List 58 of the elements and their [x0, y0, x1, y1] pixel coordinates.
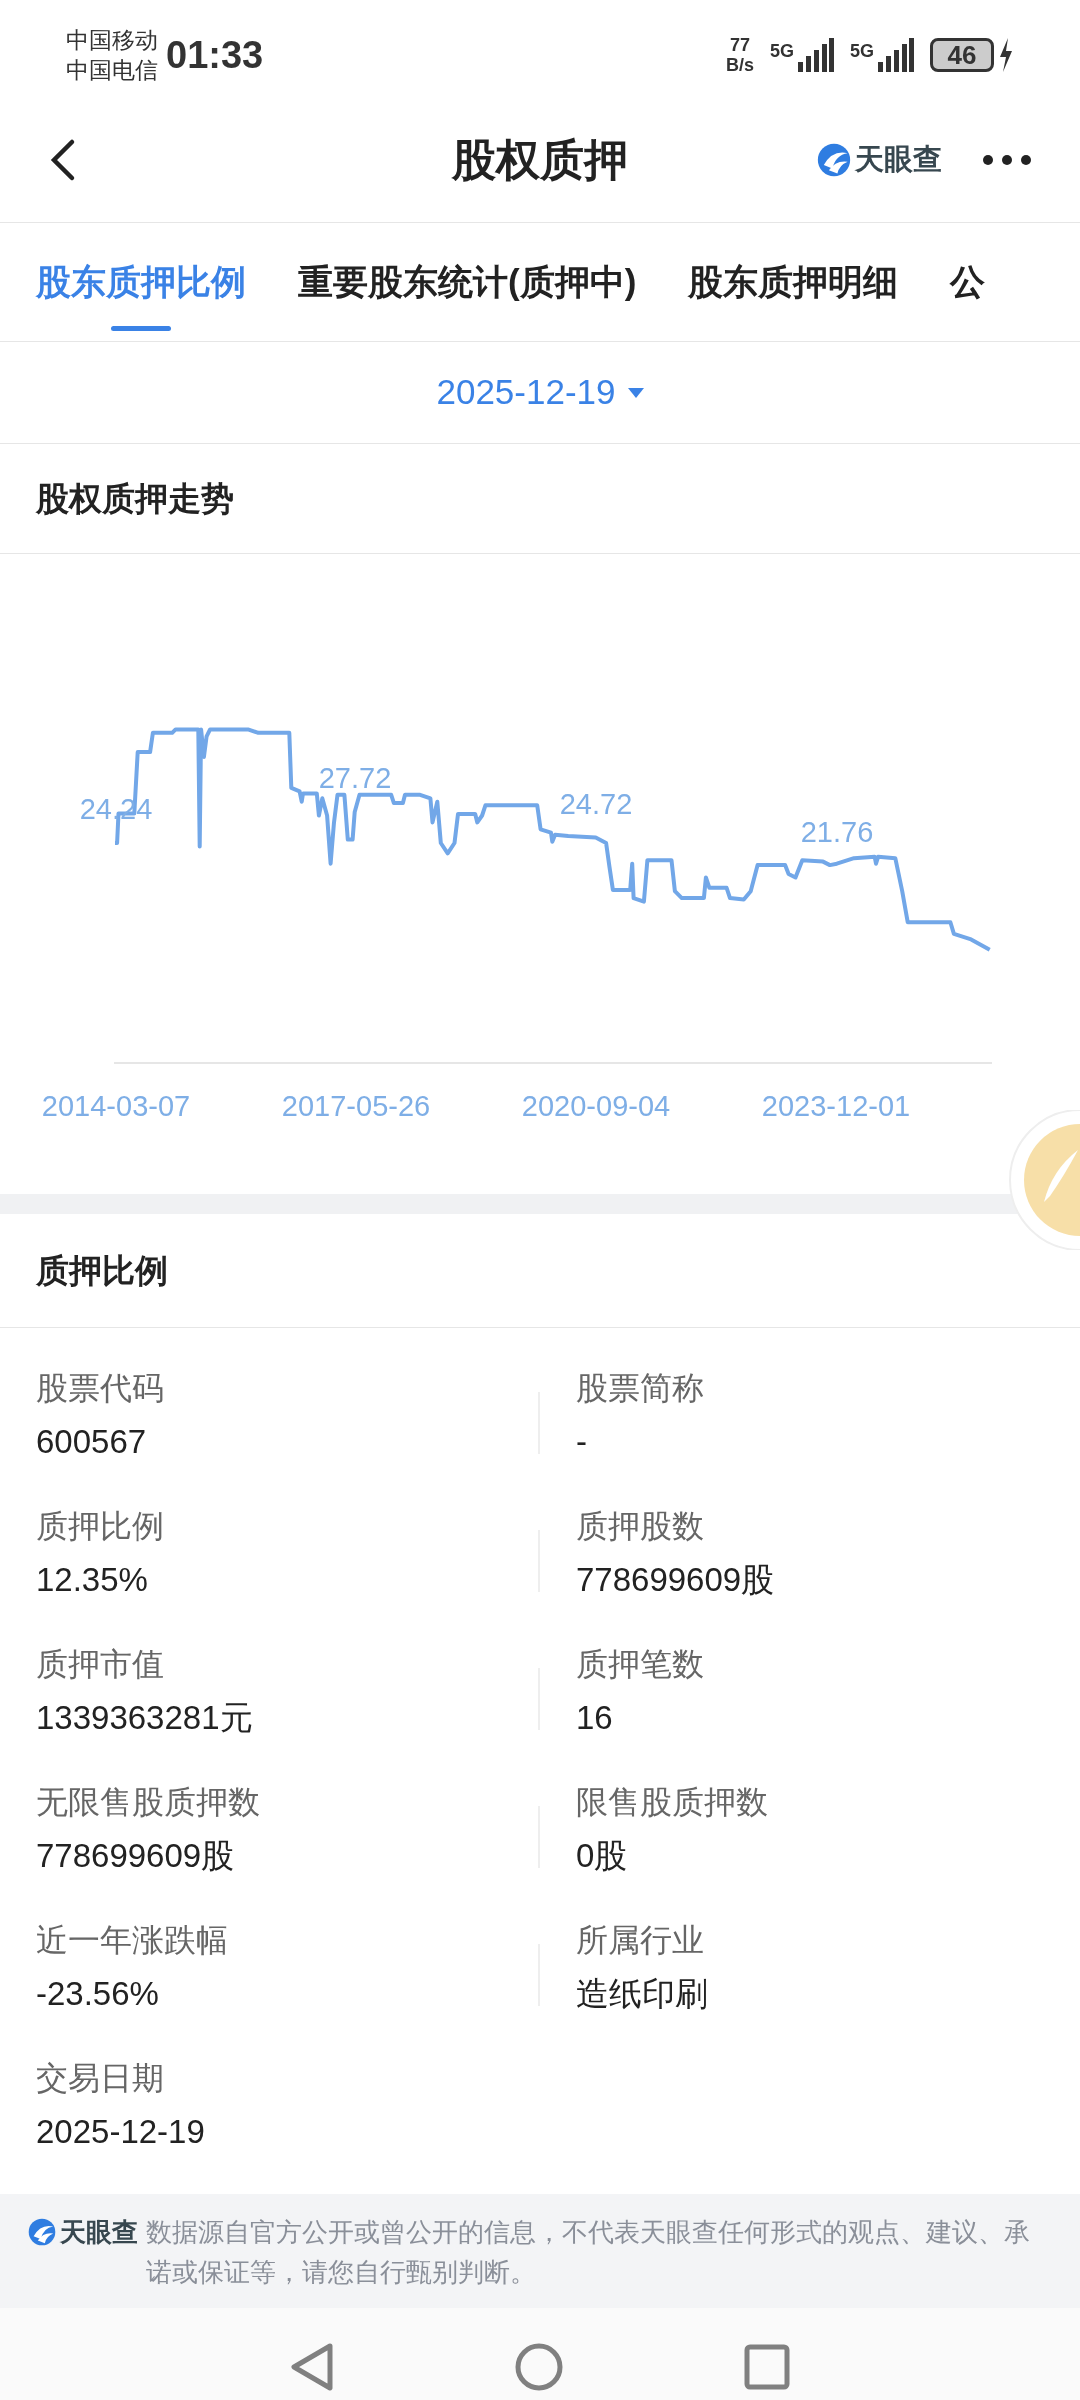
tab[interactable]: 公 — [950, 223, 986, 341]
caret-icon — [627, 387, 644, 398]
field-label: 交易日期 — [36, 2059, 165, 2098]
date-dropdown[interactable]: 2025-12-19 — [436, 366, 644, 419]
field-value: 12.35% — [36, 1560, 149, 1600]
net-speed: B/s — [725, 55, 754, 75]
field-value: 778699609股 — [36, 1836, 236, 1876]
tab[interactable]: 重要股东统计(质押中) — [298, 223, 637, 341]
more-icon[interactable] — [982, 154, 1032, 166]
axis-label: 2017-05-26 — [281, 1090, 431, 1122]
brand-logo-icon — [817, 143, 851, 177]
data-label: 21.76 — [800, 816, 874, 848]
field-label: 股票简称 — [576, 1369, 705, 1408]
field-label: 质押比例 — [36, 1507, 165, 1546]
disclaimer-text: 数据源自官方公开或曾公开的信息，不代表天眼查任何形式的观点、建议、承诺或保证等，请您自行甄别判断。 — [146, 2216, 1031, 2289]
field-label: 质押市值 — [36, 1645, 165, 1684]
field-label: 所属行业 — [576, 1921, 705, 1960]
field-label: 质押笔数 — [576, 1645, 705, 1684]
field-label: 无限售股质押数 — [36, 1783, 261, 1822]
brand-logo-icon — [28, 2218, 56, 2246]
signal-icon — [878, 38, 914, 72]
field-value: 1339363281元 — [36, 1698, 254, 1738]
axis-label: 2023-12-01 — [761, 1090, 911, 1122]
field-value: 16 — [576, 1698, 614, 1738]
field-label: 近一年涨跌幅 — [36, 1921, 229, 1960]
network-type: 5G — [769, 40, 794, 63]
field-value: 造纸印刷 — [576, 1974, 709, 2014]
recents-nav-icon[interactable] — [744, 2344, 790, 2390]
field-label: 质押股数 — [576, 1507, 705, 1546]
field-value: 2025-12-19 — [36, 2112, 206, 2152]
section-title: 股权质押走势 — [36, 478, 234, 519]
back-nav-icon[interactable] — [290, 2342, 334, 2392]
axis-label: 2014-03-07 — [41, 1090, 191, 1122]
status-time: 01:33 — [166, 32, 264, 78]
field-value: - — [576, 1422, 588, 1462]
tab[interactable]: 股东质押明细 — [688, 223, 899, 341]
battery-level: 46 — [930, 38, 994, 72]
home-nav-icon[interactable] — [514, 2342, 564, 2392]
field-value: 0股 — [576, 1836, 629, 1876]
axis-label: 2020-09-04 — [521, 1090, 671, 1122]
data-label: 24.72 — [559, 788, 633, 820]
data-label: 27.72 — [318, 762, 392, 794]
field-value: -23.56% — [36, 1974, 160, 2014]
field-label: 股票代码 — [36, 1369, 165, 1408]
charging-icon — [998, 38, 1014, 72]
brand-name: 天眼查 — [60, 2216, 138, 2249]
field-value: 600567 — [36, 1422, 148, 1462]
carrier-name: 中国电信 — [66, 56, 158, 85]
field-label: 限售股质押数 — [576, 1783, 769, 1822]
section-title: 质押比例 — [36, 1250, 168, 1291]
network-type: 5G — [850, 40, 874, 63]
page-title: 股权质押 — [452, 134, 628, 186]
brand-name: 天眼查 — [855, 142, 942, 178]
net-speed: 77 — [729, 35, 750, 55]
tab[interactable]: 股东质押比例 — [36, 223, 246, 341]
carrier-name: 中国移动 — [66, 26, 158, 55]
signal-icon — [798, 38, 834, 72]
field-value: 778699609股 — [576, 1560, 776, 1600]
